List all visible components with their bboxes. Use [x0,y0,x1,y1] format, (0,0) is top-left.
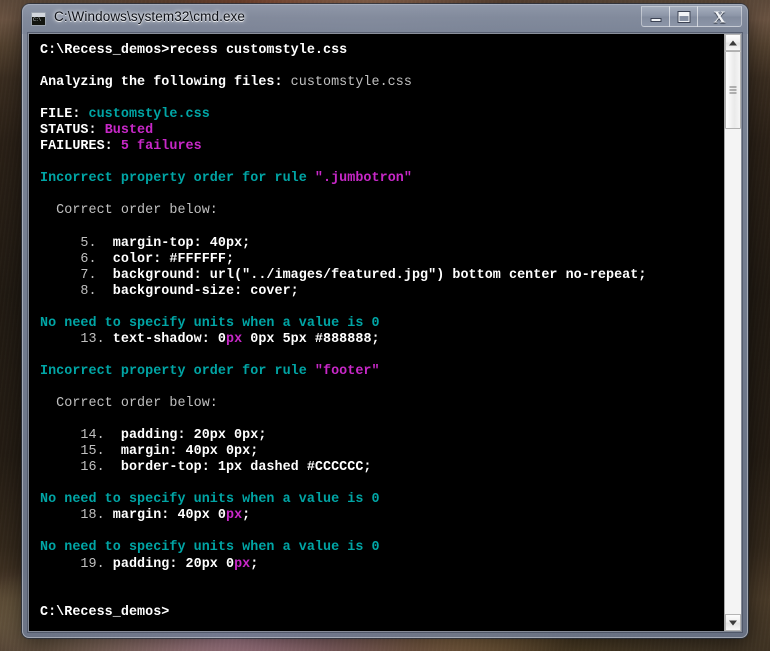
console-text-run: STATUS: [40,123,105,139]
console-line: 8. background-size: cover; [40,284,299,299]
cmd-window[interactable]: C:\ C:\Windows\system32\cmd.exe X C:\Rec… [22,4,748,638]
console-output-text: C:\Recess_demos>recess customstyle.css A… [40,43,724,621]
scrollbar-up-button[interactable] [725,34,741,51]
console-line: FAILURES: 5 failures [40,139,202,154]
console-line: Analyzing the following files: customsty… [40,75,412,90]
cmd-icon-prompt-glyph: C:\ [33,17,41,23]
console-text-run: 15. [40,444,121,460]
console-text-run: px [225,508,243,524]
close-icon: X [713,7,726,26]
console-text-run: margin: 40px 0px; [120,444,259,460]
console-text-run: customstyle.css [88,107,210,123]
console-text-run: ; [242,508,251,524]
console-text-run: 6. [40,251,113,267]
cmd-console-icon: C:\ [31,12,46,26]
vertical-scrollbar[interactable] [724,34,741,631]
console-text-run: "footer" [314,363,380,379]
console-text-run: px [234,556,251,572]
console-line: FILE: customstyle.css [40,107,210,122]
console-line: Correct order below: [40,203,218,218]
console-line: 6. color: #FFFFFF; [40,252,234,267]
maximize-icon [678,11,689,22]
minimize-icon [650,17,661,22]
scrollbar-down-button[interactable] [725,614,741,631]
console-text-run: No need to specify units when a value is… [40,540,380,556]
console-text-run: 16. [40,460,121,476]
console-text-run: ".jumbotron" [314,171,412,187]
console-text-run: margin-top: 40px; [112,235,251,251]
console-text-run: 5 failures [120,139,202,155]
console-line: 16. border-top: 1px dashed #CCCCCC; [40,460,372,475]
console-text-run: background-size: cover; [112,283,299,299]
console-line: No need to specify units when a value is… [40,316,380,331]
console-text-run: border-top: 1px dashed #CCCCCC; [120,460,372,476]
console-line: 18. margin: 40px 0px; [40,508,250,523]
console-text-run: 8. [40,283,113,299]
console-text-run: FILE: [40,107,89,123]
console-text-run: 13. [40,331,113,347]
console-line: C:\Recess_demos> [40,605,169,620]
console-text-run: FAILURES: [40,139,121,155]
window-titlebar[interactable]: C:\ C:\Windows\system32\cmd.exe X [22,4,748,34]
console-line: No need to specify units when a value is… [40,540,380,555]
console-text-run: Correct order below: [40,203,218,219]
console-text-run: padding: 20px 0 [112,556,235,572]
chevron-up-icon [729,40,737,45]
scrollbar-track[interactable] [725,51,741,614]
console-text-run: padding: 20px 0px; [120,428,267,444]
minimize-button[interactable] [641,6,670,27]
console-client-area[interactable]: C:\Recess_demos>recess customstyle.css A… [29,34,741,631]
console-text-run: px [225,331,243,347]
console-text-run: Analyzing the following files: [40,75,291,91]
console-line: 13. text-shadow: 0px 0px 5px #888888; [40,332,380,347]
console-text-run: No need to specify units when a value is… [40,315,380,331]
console-text-run: customstyle.css [290,75,412,91]
console-line: Incorrect property order for rule ".jumb… [40,171,412,186]
console-line: 15. margin: 40px 0px; [40,444,258,459]
console-text-run: 19. [40,556,113,572]
console-text-run: ; [250,556,259,572]
console-line: 14. padding: 20px 0px; [40,428,266,443]
console-text-run: Incorrect property order for rule [40,171,315,187]
console-line: No need to specify units when a value is… [40,492,380,507]
console-line: Correct order below: [40,396,218,411]
scrollbar-grip-icon [729,86,737,94]
window-title: C:\Windows\system32\cmd.exe [54,9,246,24]
console-text-run: 14. [40,428,121,444]
console-text-run: Busted [104,123,154,139]
console-text-run: No need to specify units when a value is… [40,492,380,508]
console-text-run: 18. [40,508,113,524]
console-line: STATUS: Busted [40,123,153,138]
console-line: Incorrect property order for rule "foote… [40,364,380,379]
console-text-run: Correct order below: [40,396,218,412]
console-text-run: margin: 40px 0 [112,508,226,524]
console-text-run: 7. [40,267,113,283]
close-button[interactable]: X [697,6,742,27]
scrollbar-thumb[interactable] [725,51,741,129]
console-text-run: 5. [40,235,113,251]
console-text-run: C:\Recess_demos> [40,604,170,620]
console-text-run: Incorrect property order for rule [40,363,315,379]
maximize-button[interactable] [669,6,698,27]
console-text-run: text-shadow: 0 [112,331,226,347]
console-line: 19. padding: 20px 0px; [40,557,258,572]
console-line: 5. margin-top: 40px; [40,236,250,251]
console-text-run: color: #FFFFFF; [112,251,235,267]
console-line: C:\Recess_demos>recess customstyle.css [40,43,347,58]
chevron-down-icon [729,620,737,625]
console-text-run: background: url("../images/featured.jpg"… [112,267,647,283]
console-text-run: C:\Recess_demos>recess customstyle.css [40,43,348,58]
window-controls[interactable]: X [641,6,742,27]
console-text-run: 0px 5px #888888; [242,331,380,347]
console-output-pane[interactable]: C:\Recess_demos>recess customstyle.css A… [29,34,724,631]
console-line: 7. background: url("../images/featured.j… [40,268,646,283]
